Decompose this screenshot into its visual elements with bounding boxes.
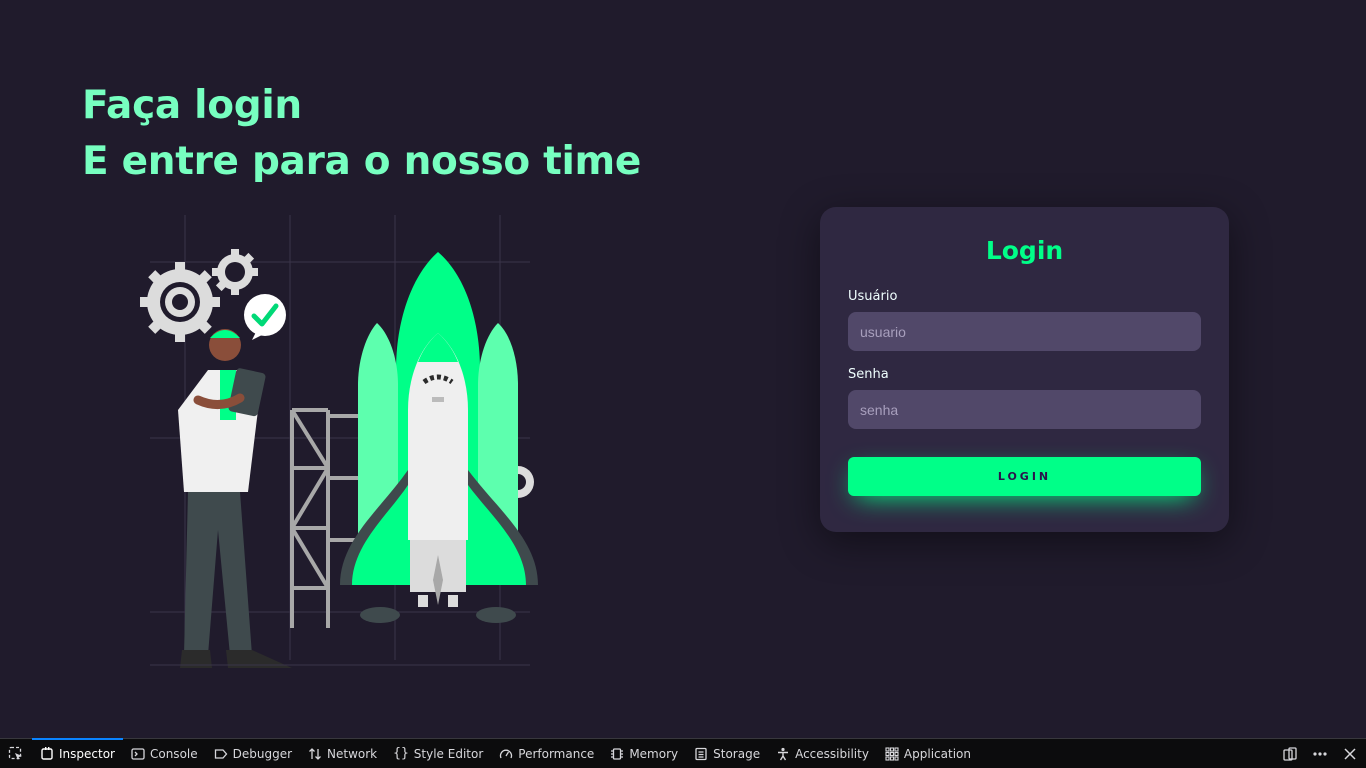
password-input[interactable]: [848, 390, 1201, 429]
memory-icon: [611, 747, 624, 760]
tab-style-editor[interactable]: {} Style Editor: [385, 739, 491, 768]
tab-label: Performance: [518, 746, 595, 761]
debugger-icon: [214, 748, 227, 759]
rocket-icon: [340, 252, 538, 623]
performance-icon: [500, 749, 513, 758]
tab-label: Network: [327, 746, 378, 761]
devtools-toolbar: Inspector Console Debugger Network {} St…: [0, 738, 1366, 768]
tab-label: Inspector: [59, 746, 115, 761]
responsive-mode-icon[interactable]: [1280, 744, 1300, 764]
login-button[interactable]: LOGIN: [848, 457, 1201, 496]
tab-label: Debugger: [232, 746, 293, 761]
console-icon: [131, 747, 145, 760]
tab-network[interactable]: Network: [300, 739, 385, 768]
hero-line-2: E entre para o nosso time: [82, 139, 642, 184]
tab-storage[interactable]: Storage: [686, 739, 768, 768]
tab-debugger[interactable]: Debugger: [206, 739, 300, 768]
tab-label: Accessibility: [795, 746, 869, 761]
hero-headline: Faça login E entre para o nosso time: [82, 78, 641, 190]
tab-inspector[interactable]: Inspector: [32, 738, 123, 768]
tab-label: Style Editor: [413, 746, 484, 761]
rocket-launch-illustration: [140, 215, 538, 668]
tab-performance[interactable]: Performance: [491, 739, 602, 768]
element-picker-icon[interactable]: [0, 739, 32, 768]
tab-label: Application: [903, 746, 971, 761]
hero-line-1: Faça login: [82, 83, 302, 128]
login-title: Login: [985, 236, 1064, 265]
inspector-icon: [41, 746, 53, 760]
style-editor-icon: {}: [393, 746, 409, 761]
close-icon[interactable]: [1340, 744, 1360, 764]
launch-tower-icon: [290, 408, 365, 628]
accessibility-icon: [778, 747, 789, 760]
username-input[interactable]: [848, 312, 1201, 351]
tab-accessibility[interactable]: Accessibility: [768, 739, 877, 768]
password-label: Senha: [848, 367, 889, 382]
username-label: Usuário: [848, 289, 898, 304]
large-gear-icon: [140, 262, 220, 342]
more-options-icon[interactable]: [1310, 744, 1330, 764]
tab-label: Memory: [629, 746, 679, 761]
engineer-person-icon: [178, 329, 292, 668]
tab-label: Console: [149, 746, 198, 761]
tab-console[interactable]: Console: [123, 739, 206, 768]
login-card: Login Usuário Senha LOGIN: [820, 207, 1229, 532]
network-icon: [309, 747, 321, 760]
devtools-actions: [1280, 744, 1366, 764]
tab-memory[interactable]: Memory: [602, 739, 686, 768]
tab-application[interactable]: Application: [877, 739, 979, 768]
storage-icon: [695, 747, 707, 760]
tab-label: Storage: [713, 746, 761, 761]
small-gear-icon: [212, 249, 258, 295]
check-bubble-icon: [244, 294, 286, 340]
application-icon: [885, 746, 899, 761]
